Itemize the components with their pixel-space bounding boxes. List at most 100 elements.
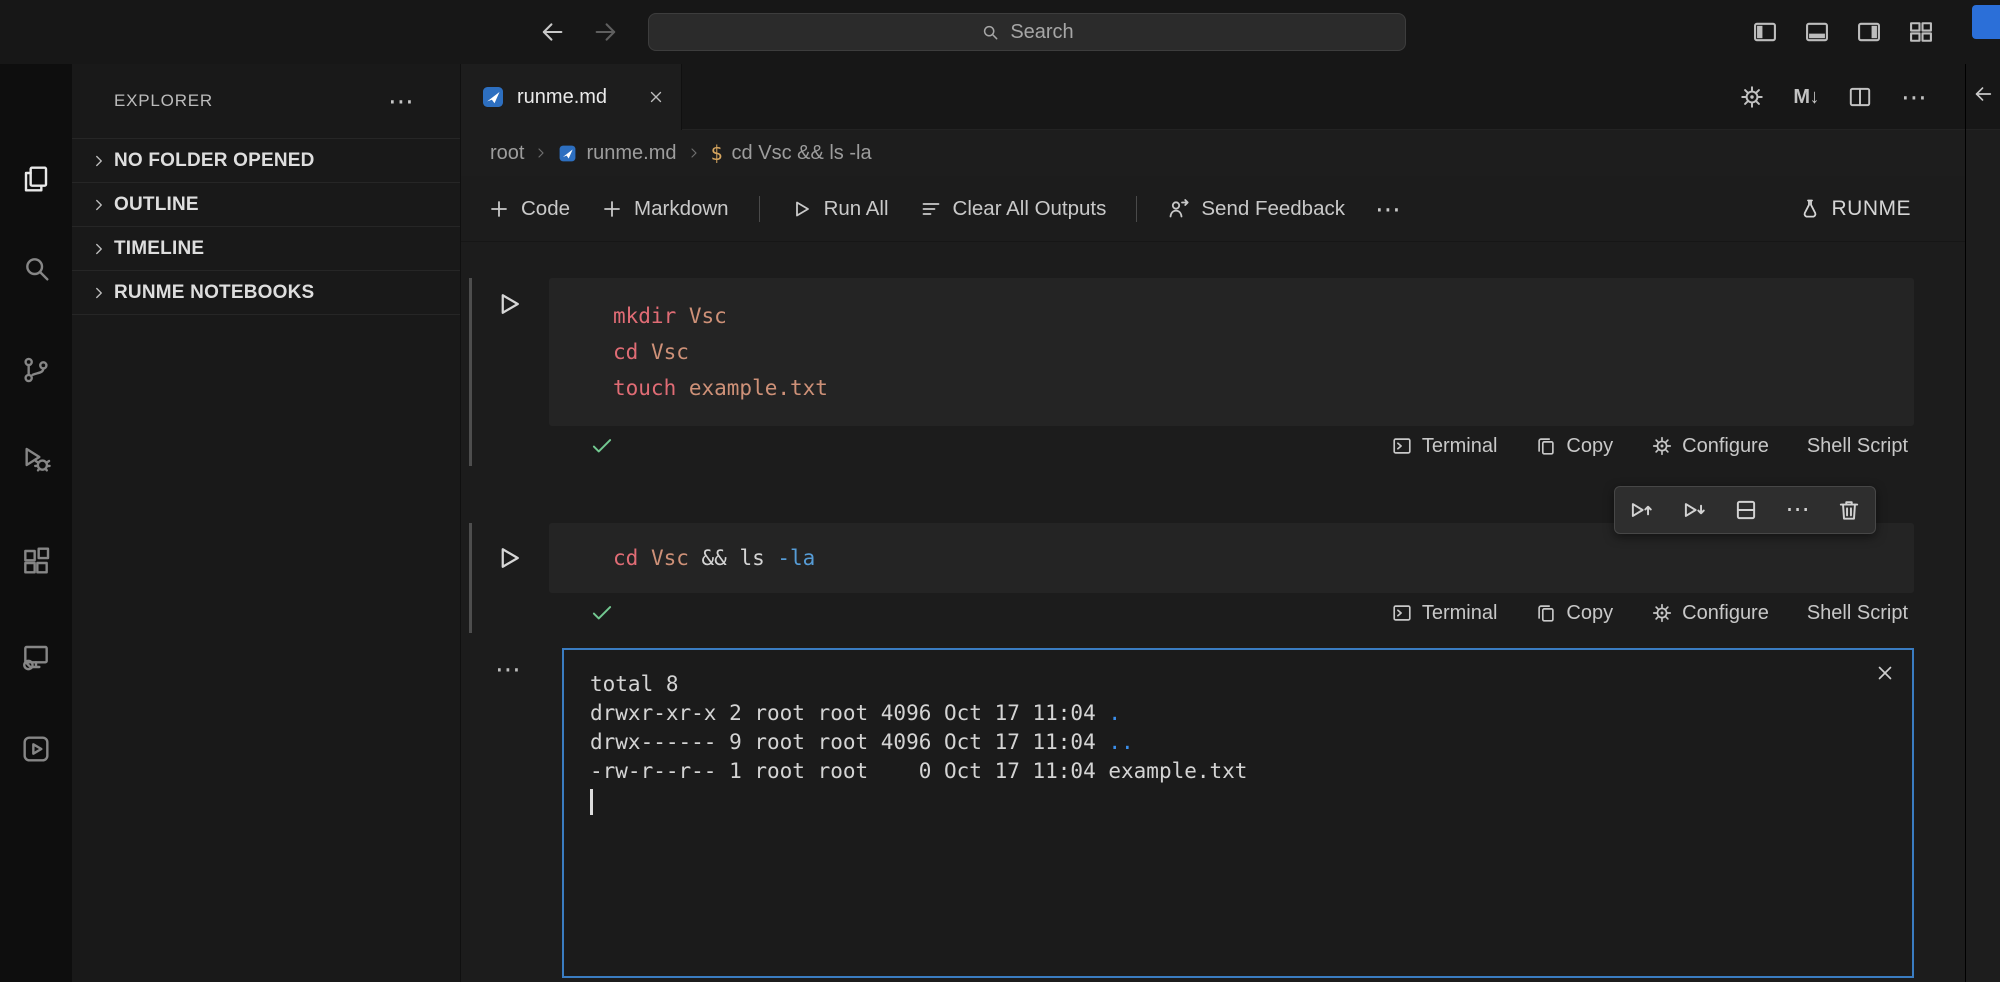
play-icon (494, 289, 524, 319)
play-icon (494, 543, 524, 573)
explorer-sidebar: EXPLORER ⋯ NO FOLDER OPENED OUTLINE TIME… (72, 64, 460, 982)
terminal-icon (1391, 435, 1413, 457)
chevron-right-icon (90, 196, 108, 214)
code-line: mkdir Vsc (613, 298, 1914, 334)
send-feedback-button[interactable]: Send Feedback (1167, 197, 1345, 221)
toggle-primary-sidebar-icon[interactable] (1751, 18, 1779, 46)
cell-output-terminal[interactable]: total 8drwxr-xr-x 2 root root 4096 Oct 1… (562, 648, 1914, 978)
runme-brand[interactable]: RUNME (1798, 197, 1966, 221)
breadcrumb-root[interactable]: root (490, 142, 524, 165)
open-terminal-button[interactable]: Terminal (1391, 435, 1498, 458)
chevron-right-icon (90, 240, 108, 258)
breadcrumb-command[interactable]: cd Vsc && ls -la (732, 142, 872, 165)
nav-forward-button[interactable] (592, 18, 620, 46)
arrow-right-icon (592, 18, 620, 46)
clear-all-outputs-button[interactable]: Clear All Outputs (919, 197, 1107, 221)
run-debug-icon[interactable] (18, 441, 54, 477)
source-control-icon[interactable] (18, 352, 54, 388)
copy-button[interactable]: Copy (1535, 602, 1613, 625)
language-picker[interactable]: Shell Script (1807, 435, 1908, 458)
vscode-window: Search (0, 0, 2000, 982)
code-line: -rw-r--r-- 1 root root 0 Oct 17 11:04 ex… (590, 757, 1886, 786)
section-label: NO FOLDER OPENED (114, 150, 315, 172)
section-runme-notebooks[interactable]: RUNME NOTEBOOKS (72, 270, 460, 314)
gear-icon (1651, 435, 1673, 457)
activity-bar (0, 64, 72, 982)
search-sidebar-icon[interactable] (18, 250, 54, 286)
extensions-icon[interactable] (18, 543, 54, 579)
copy-icon (1535, 602, 1557, 624)
tab-close-icon[interactable] (647, 88, 665, 106)
explorer-icon[interactable] (18, 161, 54, 197)
beaker-icon (1798, 197, 1822, 221)
breadcrumb-shell-prompt: $ (711, 141, 723, 165)
output-more-actions-icon[interactable]: ⋯ (495, 656, 521, 682)
toggle-panel-icon[interactable] (1803, 18, 1831, 46)
play-icon (790, 197, 814, 221)
configure-button[interactable]: Configure (1651, 602, 1769, 625)
command-center-search[interactable]: Search (648, 13, 1406, 51)
button-label: Configure (1682, 435, 1769, 458)
sidebar-header: EXPLORER ⋯ (72, 64, 460, 138)
add-code-cell-button[interactable]: Code (487, 197, 570, 221)
plus-icon (487, 197, 511, 221)
feedback-icon (1167, 197, 1191, 221)
split-cell-icon[interactable] (1733, 497, 1759, 523)
plus-icon (600, 197, 624, 221)
run-above-icon[interactable] (1628, 497, 1654, 523)
run-cell-button[interactable] (491, 286, 527, 322)
chevron-right-icon (686, 145, 702, 161)
run-below-icon[interactable] (1681, 497, 1707, 523)
notebook-toolbar: Code Markdown Run All Clear All Outputs … (461, 176, 1965, 242)
button-label: Copy (1566, 435, 1613, 458)
button-label: Terminal (1422, 435, 1498, 458)
customize-layout-icon[interactable] (1907, 18, 1935, 46)
cell-1-editor[interactable]: mkdir Vsccd Vsctouch example.txt (549, 278, 1914, 426)
copy-icon (1535, 435, 1557, 457)
configure-notebook-gear-icon[interactable] (1739, 84, 1765, 110)
section-no-folder-opened[interactable]: NO FOLDER OPENED (72, 138, 460, 182)
button-label: Run All (824, 197, 889, 221)
breadcrumb: root runme.md $ cd Vsc && ls -la (461, 130, 1965, 176)
delete-cell-icon[interactable] (1836, 497, 1862, 523)
cell-focus-indicator[interactable] (469, 278, 472, 466)
split-editor-icon[interactable] (1847, 84, 1873, 110)
breadcrumb-file[interactable]: runme.md (586, 142, 676, 165)
cell-more-actions-icon[interactable]: ⋯ (1785, 498, 1809, 522)
button-label: Configure (1682, 602, 1769, 625)
markdown-preview-icon[interactable]: M↓ (1793, 86, 1819, 109)
close-output-icon[interactable] (1874, 662, 1896, 689)
cell-2-code: cd Vsc && ls -la (613, 540, 1914, 576)
go-back-icon[interactable] (1972, 83, 1994, 110)
runme-notebooks-icon[interactable] (18, 731, 54, 767)
button-label: Send Feedback (1201, 197, 1345, 221)
tab-runme-md[interactable]: runme.md (461, 64, 682, 130)
configure-button[interactable]: Configure (1651, 435, 1769, 458)
success-check-icon (589, 433, 615, 459)
section-outline[interactable]: OUTLINE (72, 182, 460, 226)
nav-back-button[interactable] (538, 18, 566, 46)
run-all-button[interactable]: Run All (790, 197, 889, 221)
remote-explorer-icon[interactable] (18, 639, 54, 675)
section-timeline[interactable]: TIMELINE (72, 226, 460, 270)
toggle-secondary-sidebar-icon[interactable] (1855, 18, 1883, 46)
toolbar-separator (759, 196, 760, 222)
editor-more-actions-icon[interactable]: ⋯ (1901, 84, 1927, 110)
code-line: drwx------ 9 root root 4096 Oct 17 11:04… (590, 728, 1886, 757)
toolbar-more-actions-icon[interactable]: ⋯ (1375, 196, 1401, 222)
editor-actions: M↓ ⋯ (1739, 64, 1927, 130)
section-label: TIMELINE (114, 238, 204, 260)
cell-focus-indicator[interactable] (469, 523, 472, 633)
search-icon (980, 22, 1000, 42)
editor-area: runme.md M↓ ⋯ root runme.md (460, 64, 1965, 982)
add-markdown-cell-button[interactable]: Markdown (600, 197, 729, 221)
secondary-tab-bar (1966, 64, 2000, 130)
arrow-left-icon (538, 18, 566, 46)
open-terminal-button[interactable]: Terminal (1391, 602, 1498, 625)
chevron-right-icon (90, 284, 108, 302)
run-cell-button[interactable] (491, 540, 527, 576)
chevron-right-icon (90, 152, 108, 170)
language-picker[interactable]: Shell Script (1807, 602, 1908, 625)
sidebar-more-actions-icon[interactable]: ⋯ (388, 88, 414, 114)
copy-button[interactable]: Copy (1535, 435, 1613, 458)
